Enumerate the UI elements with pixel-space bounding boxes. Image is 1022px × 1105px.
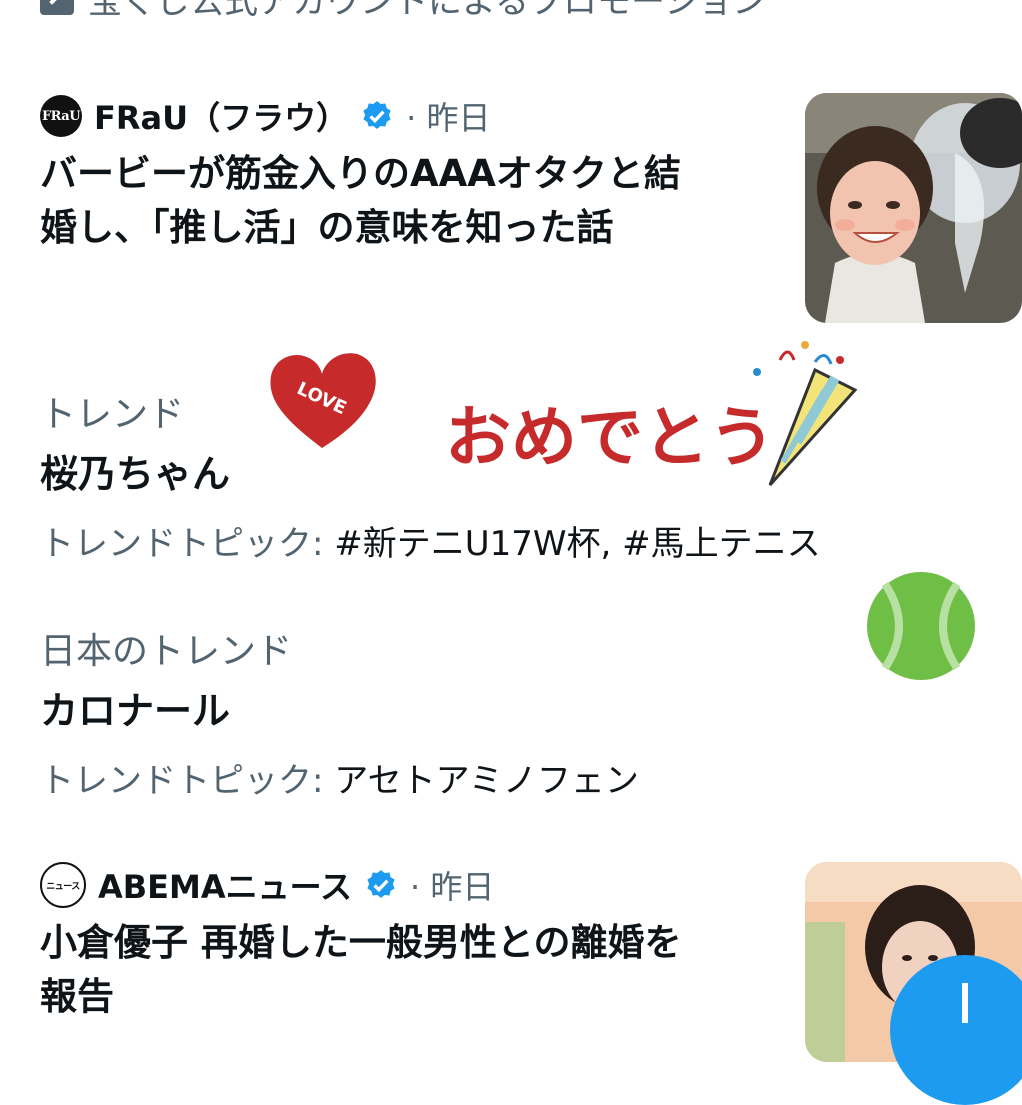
news-item-frau[interactable]: FRaU FRaU（フラウ） · 昨日 バービーが筋金入りのAAAオタクと結 婚… <box>40 93 780 255</box>
tennis-ball-sticker <box>865 570 977 682</box>
source-name[interactable]: FRaU（フラウ） <box>94 93 348 139</box>
heart-icon: LOVE <box>270 353 376 448</box>
news-source-row: ニュース ABEMAニュース · 昨日 <box>40 862 780 908</box>
trend-topics-value[interactable]: #新テニU17W杯, #馬上テニス <box>334 524 820 564</box>
congrats-banner: おめでとう <box>445 341 858 487</box>
headline-line-1: バービーが筋金入りのAAAオタクと結 <box>40 152 681 195</box>
headline-line-1: 小倉優子 再婚した一般男性との離婚を <box>40 921 682 964</box>
source-avatar[interactable]: FRaU <box>40 95 82 137</box>
news-time: · 昨日 <box>406 99 491 137</box>
trend-item-2[interactable]: 日本のトレンド カロナール トレンドトピック: アセトアミノフェン <box>40 622 639 802</box>
trend-topics: トレンドトピック: アセトアミノフェン <box>40 753 639 802</box>
source-avatar[interactable]: ニュース <box>40 862 86 908</box>
trend-category: 日本のトレンド <box>40 631 293 672</box>
love-heart-sticker: LOVE <box>265 348 380 453</box>
trend-topics-label: トレンドトピック: <box>40 524 335 564</box>
news-thumbnail-frau[interactable] <box>805 93 1022 323</box>
trend-name: カロナール <box>40 689 231 733</box>
avatar-text: FRaU <box>41 108 81 124</box>
news-time: · 昨日 <box>410 868 495 906</box>
trend-topics-label: トレンドトピック: <box>40 761 335 801</box>
avatar-text: ニュース <box>46 881 80 892</box>
verified-badge-icon <box>363 101 391 129</box>
headline-line-2: 報告 <box>40 975 114 1018</box>
news-headline[interactable]: バービーが筋金入りのAAAオタクと結 婚し、「推し活」の意味を知った話 <box>40 147 780 255</box>
thumbnail-photo <box>805 93 1022 323</box>
headline-line-2: 婚し、「推し活」の意味を知った話 <box>40 206 614 249</box>
promoted-icon <box>40 0 74 15</box>
congrats-sticker-text: おめでとう <box>445 399 775 476</box>
congrats-sticker: おめでとう <box>445 330 865 490</box>
promoted-row[interactable]: 宝くじ公式アカウントによるプロモーション <box>40 0 766 22</box>
promoted-text: 宝くじ公式アカウントによるプロモーション <box>88 0 767 22</box>
news-headline[interactable]: 小倉優子 再婚した一般男性との離婚を 報告 <box>40 916 780 1024</box>
news-item-abema[interactable]: ニュース ABEMAニュース · 昨日 小倉優子 再婚した一般男性との離婚を 報… <box>40 862 780 1024</box>
party-popper-icon <box>768 367 858 487</box>
tennis-ball-icon <box>867 572 975 680</box>
source-name[interactable]: ABEMAニュース <box>98 862 352 908</box>
trend-topics: トレンドトピック: #新テニU17W杯, #馬上テニス <box>40 516 821 565</box>
verified-badge-icon <box>367 870 395 898</box>
trend-topics-value[interactable]: アセトアミノフェン <box>334 761 639 801</box>
news-source-row: FRaU FRaU（フラウ） · 昨日 <box>40 93 780 139</box>
compose-button[interactable] <box>890 955 1022 1105</box>
